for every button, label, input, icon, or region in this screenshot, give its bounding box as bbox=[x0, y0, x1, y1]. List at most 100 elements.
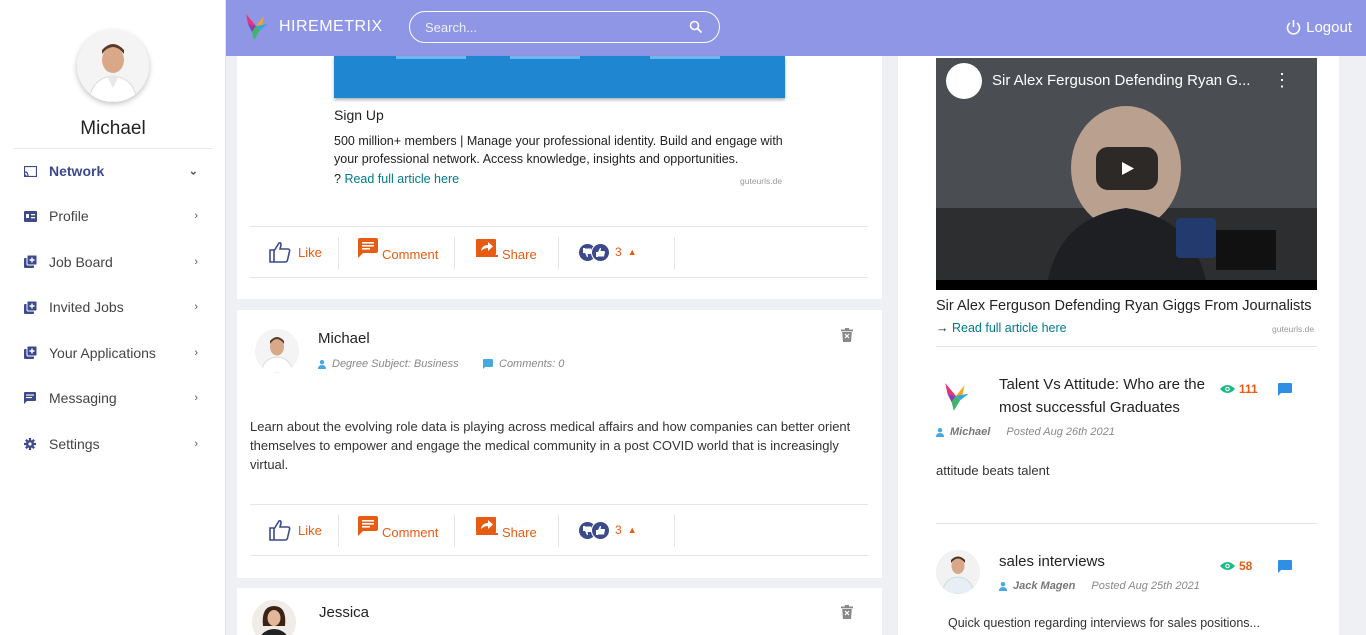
link-preview-image[interactable] bbox=[334, 56, 785, 98]
share-icon bbox=[476, 517, 498, 535]
reaction-count: 3 bbox=[615, 245, 622, 259]
add-box-icon bbox=[23, 300, 37, 314]
read-full-article-link[interactable]: Read full article here bbox=[952, 321, 1067, 335]
like-label: Like bbox=[298, 522, 322, 538]
like-button[interactable]: Like bbox=[268, 227, 322, 277]
sidebar-item-label: Job Board bbox=[49, 253, 113, 270]
power-icon bbox=[1286, 20, 1301, 35]
video-title[interactable]: Sir Alex Ferguson Defending Ryan G... bbox=[992, 72, 1250, 89]
video-caption: Sir Alex Ferguson Defending Ryan Giggs F… bbox=[936, 298, 1312, 314]
reaction-count: 3 bbox=[615, 523, 622, 537]
like-button[interactable]: Like bbox=[268, 505, 322, 555]
search-input[interactable] bbox=[409, 11, 720, 43]
eye-icon bbox=[1220, 385, 1235, 393]
read-full-article-link[interactable]: Read full article here bbox=[344, 172, 459, 186]
blog-title[interactable]: sales interviews bbox=[999, 550, 1105, 573]
chevron-down-icon: ⌄ bbox=[188, 165, 198, 178]
logout-button[interactable]: Logout bbox=[1285, 19, 1352, 36]
profile-avatar[interactable] bbox=[77, 30, 149, 102]
comment-button[interactable]: Comment bbox=[358, 227, 438, 277]
post-author-name[interactable]: Michael bbox=[318, 330, 370, 347]
share-label: Share bbox=[502, 246, 537, 262]
sidebar: Michael Network ⌄ Profile › Job Board › bbox=[0, 0, 226, 635]
sidebar-item-label: Settings bbox=[49, 435, 100, 452]
gear-icon bbox=[23, 437, 37, 451]
blog-excerpt: Quick question regarding interviews for … bbox=[948, 616, 1260, 630]
trash-icon[interactable] bbox=[841, 328, 853, 342]
sidebar-item-label: Profile bbox=[49, 208, 89, 225]
divider bbox=[936, 523, 1317, 524]
chevron-right-icon: › bbox=[194, 346, 198, 359]
chevron-right-icon: › bbox=[194, 301, 198, 314]
sidebar-item-invited-jobs[interactable]: Invited Jobs › bbox=[14, 285, 212, 331]
caret-up-icon[interactable]: ▲ bbox=[628, 525, 637, 535]
add-box-icon bbox=[23, 346, 37, 360]
share-icon bbox=[476, 239, 498, 257]
sidebar-item-network[interactable]: Network ⌄ bbox=[14, 148, 212, 194]
blog-date: Posted Aug 26th 2021 bbox=[1006, 426, 1115, 438]
post-card: Jessica bbox=[237, 588, 882, 635]
play-icon bbox=[1122, 162, 1134, 175]
sidebar-item-your-applications[interactable]: Your Applications › bbox=[14, 330, 212, 376]
post-actions: Like Comment Share 3 ▲ bbox=[250, 226, 868, 278]
person-icon bbox=[318, 359, 326, 369]
comment-label: Comment bbox=[382, 246, 439, 262]
comment-icon bbox=[358, 516, 378, 536]
sidebar-item-label: Messaging bbox=[49, 390, 117, 407]
trash-icon[interactable] bbox=[841, 605, 853, 619]
like-label: Like bbox=[298, 244, 322, 260]
comment-icon bbox=[358, 238, 378, 258]
author-avatar[interactable] bbox=[252, 600, 296, 635]
video-embed[interactable]: Sir Alex Ferguson Defending Ryan G... ⋮ bbox=[936, 58, 1317, 290]
comment-button[interactable]: Comment bbox=[358, 505, 438, 555]
reactions-summary[interactable]: 3 ▲ bbox=[578, 227, 637, 277]
views-number: 58 bbox=[1239, 559, 1253, 573]
user-name: Michael bbox=[80, 118, 146, 139]
more-vertical-icon[interactable]: ⋮ bbox=[1273, 70, 1291, 91]
logout-label: Logout bbox=[1306, 19, 1352, 36]
sidebar-item-settings[interactable]: Settings › bbox=[14, 421, 212, 467]
sidebar-item-label: Network bbox=[49, 163, 105, 180]
message-icon bbox=[23, 391, 37, 405]
add-box-icon bbox=[23, 255, 37, 269]
author-avatar[interactable] bbox=[936, 550, 980, 594]
blog-sidebar: Sir Alex Ferguson Defending Ryan G... ⋮ … bbox=[898, 56, 1339, 635]
hiremetrix-logo-icon bbox=[941, 378, 973, 416]
blog-title[interactable]: Talent Vs Attitude: Who are the most suc… bbox=[999, 373, 1231, 419]
thumbs-up-icon bbox=[269, 519, 291, 541]
sidebar-item-messaging[interactable]: Messaging › bbox=[14, 376, 212, 422]
channel-avatar[interactable] bbox=[946, 63, 982, 99]
play-button[interactable] bbox=[1096, 147, 1158, 190]
read-more: → Read full article here bbox=[936, 321, 1067, 335]
post-author-name[interactable]: Jessica bbox=[319, 604, 369, 621]
caret-up-icon[interactable]: ▲ bbox=[628, 247, 637, 257]
author-avatar[interactable] bbox=[255, 329, 299, 373]
post-card: Sign Up 500 million+ members | Manage yo… bbox=[237, 56, 882, 299]
sidebar-item-label: Your Applications bbox=[49, 344, 156, 361]
person-icon bbox=[999, 581, 1007, 591]
share-button[interactable]: Share bbox=[476, 227, 537, 277]
person-icon bbox=[936, 427, 944, 437]
read-more: ? Read full article here bbox=[334, 172, 459, 186]
views-count: 58 bbox=[1220, 559, 1252, 573]
chat-icon[interactable] bbox=[1278, 383, 1292, 397]
chevron-right-icon: › bbox=[194, 437, 198, 450]
comments-text: Comments: 0 bbox=[499, 358, 565, 370]
chat-icon[interactable] bbox=[1278, 560, 1292, 574]
chevron-right-icon: › bbox=[194, 255, 198, 268]
hiremetrix-logo-icon[interactable] bbox=[242, 12, 272, 42]
post-degree: Degree Subject: Business bbox=[318, 358, 459, 370]
blog-date: Posted Aug 25th 2021 bbox=[1091, 580, 1200, 592]
search-icon[interactable] bbox=[689, 20, 703, 34]
post-body: Learn about the evolving role data is pl… bbox=[250, 419, 851, 472]
post-comments-count: Comments: 0 bbox=[483, 358, 564, 370]
views-number: 111 bbox=[1239, 382, 1258, 396]
share-button[interactable]: Share bbox=[476, 505, 537, 555]
blog-author: Jack Magen bbox=[1013, 580, 1076, 592]
source-label: guteurls.de bbox=[740, 176, 783, 186]
sidebar-item-job-board[interactable]: Job Board › bbox=[14, 239, 212, 285]
reactions-summary[interactable]: 3 ▲ bbox=[578, 505, 637, 555]
thumbs-up-icon bbox=[591, 520, 610, 540]
sidebar-item-label: Invited Jobs bbox=[49, 299, 124, 316]
sidebar-item-profile[interactable]: Profile › bbox=[14, 194, 212, 240]
